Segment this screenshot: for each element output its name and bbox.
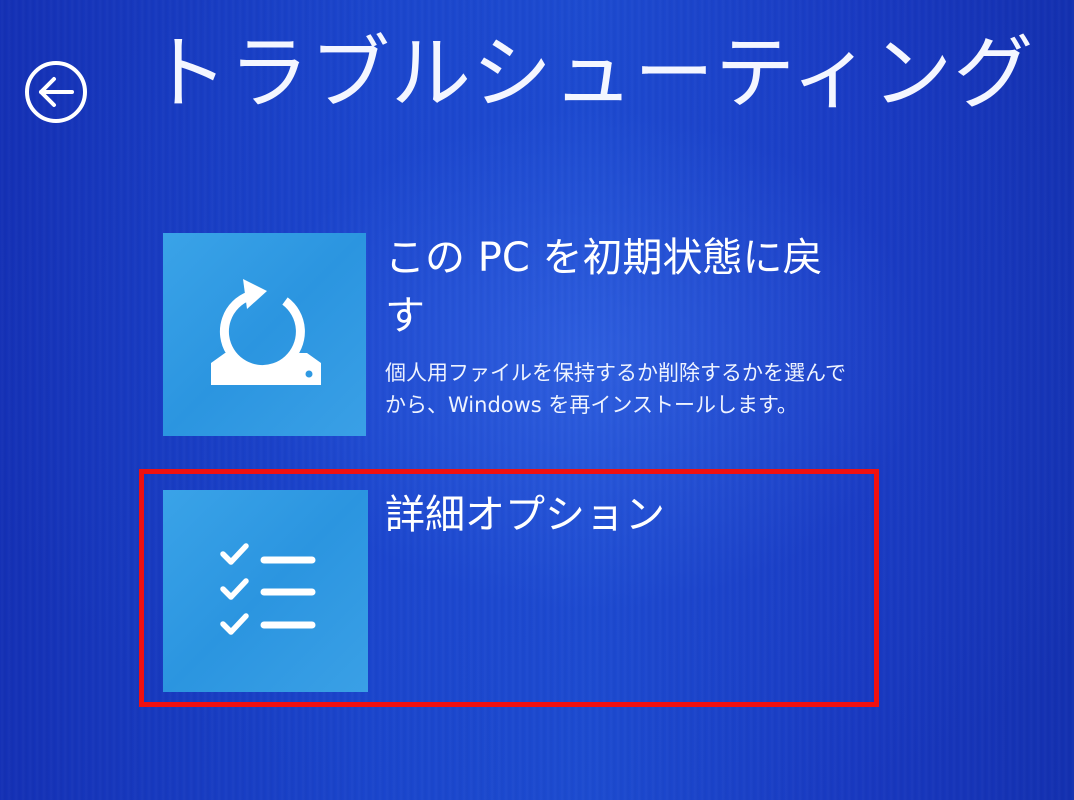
back-arrow-circle-icon — [25, 61, 87, 123]
advanced-options-title: 詳細オプション — [385, 492, 665, 538]
back-button[interactable] — [22, 58, 90, 126]
reset-pc-text: この PC を初期状態に戻す 個人用ファイルを保持するか削除するかを選んでから、… — [385, 229, 855, 421]
reset-pc-tile — [163, 233, 366, 436]
reset-pc-option[interactable]: この PC を初期状態に戻す 個人用ファイルを保持するか削除するかを選んでから、… — [163, 233, 863, 438]
reset-pc-title: この PC を初期状態に戻す — [385, 235, 823, 339]
troubleshoot-screen: トラブルシューティング この PC を初期状態に戻す 個人用ファイルを保持するか… — [0, 0, 1074, 800]
advanced-options-checklist-icon — [220, 543, 316, 635]
advanced-options-tile — [163, 490, 368, 692]
reset-pc-icon — [211, 279, 321, 385]
advanced-options-text: 詳細オプション — [385, 486, 855, 544]
reset-pc-description: 個人用ファイルを保持するか削除するかを選んでから、Windows を再インストー… — [385, 361, 846, 417]
page-title: トラブルシューティング — [148, 27, 1035, 120]
advanced-options-option[interactable]: 詳細オプション — [163, 490, 863, 695]
